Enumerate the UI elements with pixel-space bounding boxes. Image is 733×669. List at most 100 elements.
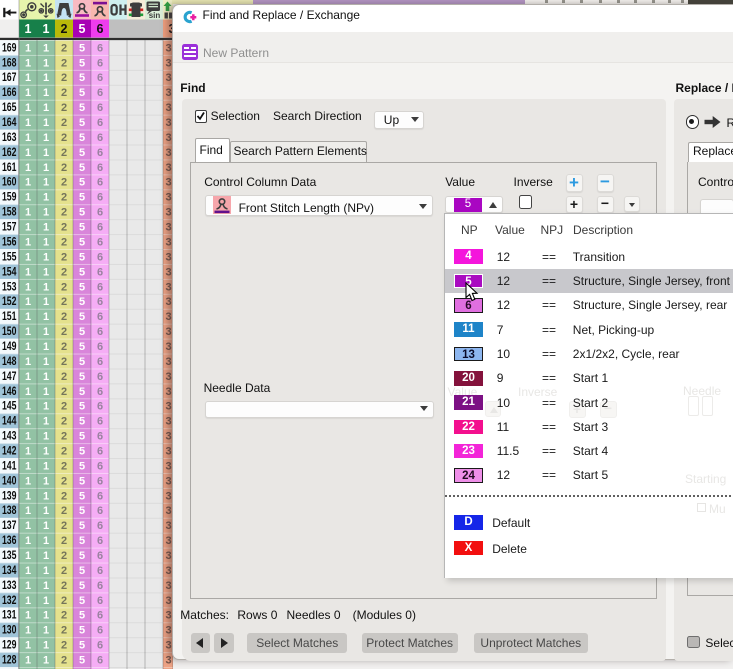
svg-text:1: 1 bbox=[43, 22, 50, 36]
svg-text:152: 152 bbox=[2, 296, 17, 308]
svg-text:1: 1 bbox=[25, 222, 31, 234]
svg-text:5: 5 bbox=[79, 341, 85, 353]
svg-text:1: 1 bbox=[25, 610, 31, 622]
svg-text:2: 2 bbox=[61, 296, 67, 308]
svg-text:1: 1 bbox=[25, 490, 31, 502]
svg-text:6: 6 bbox=[97, 341, 103, 353]
svg-text:143: 143 bbox=[2, 431, 17, 443]
svg-text:1: 1 bbox=[43, 117, 49, 129]
svg-text:153: 153 bbox=[2, 281, 17, 293]
svg-text:3: 3 bbox=[165, 371, 171, 383]
svg-text:5: 5 bbox=[79, 102, 85, 114]
svg-text:5: 5 bbox=[79, 132, 85, 144]
svg-text:5: 5 bbox=[79, 177, 85, 189]
svg-text:1: 1 bbox=[25, 431, 31, 443]
svg-text:6: 6 bbox=[97, 22, 104, 36]
svg-text:1: 1 bbox=[43, 610, 49, 622]
svg-text:1: 1 bbox=[43, 445, 49, 457]
svg-text:1: 1 bbox=[25, 57, 31, 69]
svg-text:1: 1 bbox=[43, 132, 49, 144]
svg-text:6: 6 bbox=[97, 475, 103, 487]
svg-text:2: 2 bbox=[61, 72, 67, 84]
svg-text:5: 5 bbox=[79, 445, 85, 457]
svg-text:166: 166 bbox=[2, 87, 17, 99]
svg-text:2: 2 bbox=[61, 595, 67, 607]
svg-text:1: 1 bbox=[25, 356, 31, 368]
svg-text:3: 3 bbox=[165, 386, 171, 398]
svg-text:3: 3 bbox=[165, 445, 171, 457]
svg-text:3: 3 bbox=[165, 236, 171, 248]
svg-text:1: 1 bbox=[25, 654, 31, 666]
svg-text:1: 1 bbox=[25, 535, 31, 547]
svg-text:169: 169 bbox=[2, 42, 17, 54]
svg-text:2: 2 bbox=[61, 356, 67, 368]
svg-text:140: 140 bbox=[2, 475, 17, 487]
svg-text:1: 1 bbox=[25, 341, 31, 353]
svg-text:139: 139 bbox=[2, 490, 17, 502]
svg-text:3: 3 bbox=[165, 565, 171, 577]
svg-text:2: 2 bbox=[61, 625, 67, 637]
svg-text:1: 1 bbox=[43, 296, 49, 308]
svg-text:162: 162 bbox=[2, 147, 17, 159]
svg-text:3: 3 bbox=[165, 102, 171, 114]
svg-text:1: 1 bbox=[25, 326, 31, 338]
svg-text:158: 158 bbox=[2, 207, 17, 219]
svg-text:6: 6 bbox=[97, 147, 103, 159]
svg-text:5: 5 bbox=[79, 87, 85, 99]
svg-text:1: 1 bbox=[43, 386, 49, 398]
svg-text:3: 3 bbox=[165, 490, 171, 502]
svg-text:2: 2 bbox=[61, 460, 67, 472]
svg-text:6: 6 bbox=[97, 177, 103, 189]
svg-text:5: 5 bbox=[79, 490, 85, 502]
svg-text:128: 128 bbox=[2, 654, 17, 666]
svg-text:5: 5 bbox=[79, 654, 85, 666]
svg-text:1: 1 bbox=[25, 296, 31, 308]
svg-text:1: 1 bbox=[25, 72, 31, 84]
svg-text:3: 3 bbox=[165, 505, 171, 517]
svg-text:6: 6 bbox=[97, 371, 103, 383]
svg-text:2: 2 bbox=[61, 520, 67, 532]
svg-text:149: 149 bbox=[2, 341, 17, 353]
svg-text:151: 151 bbox=[2, 311, 17, 323]
svg-text:5: 5 bbox=[79, 431, 85, 443]
svg-text:168: 168 bbox=[2, 57, 17, 69]
svg-text:5: 5 bbox=[79, 371, 85, 383]
svg-text:3: 3 bbox=[165, 326, 171, 338]
svg-text:1: 1 bbox=[25, 281, 31, 293]
svg-text:142: 142 bbox=[2, 445, 17, 457]
svg-text:1: 1 bbox=[43, 505, 49, 517]
svg-text:3: 3 bbox=[165, 117, 171, 129]
svg-text:3: 3 bbox=[165, 87, 171, 99]
svg-text:5: 5 bbox=[79, 416, 85, 428]
svg-text:5: 5 bbox=[79, 640, 85, 652]
svg-text:1: 1 bbox=[25, 162, 31, 174]
svg-text:6: 6 bbox=[97, 356, 103, 368]
svg-text:1: 1 bbox=[25, 42, 31, 54]
svg-text:3: 3 bbox=[165, 177, 171, 189]
svg-text:2: 2 bbox=[61, 57, 67, 69]
svg-text:6: 6 bbox=[97, 490, 103, 502]
svg-text:6: 6 bbox=[97, 117, 103, 129]
svg-text:1: 1 bbox=[43, 490, 49, 502]
svg-text:5: 5 bbox=[79, 117, 85, 129]
svg-text:5: 5 bbox=[79, 505, 85, 517]
svg-text:2: 2 bbox=[61, 311, 67, 323]
svg-text:3: 3 bbox=[165, 580, 171, 592]
svg-text:1: 1 bbox=[25, 251, 31, 263]
svg-text:3: 3 bbox=[165, 72, 171, 84]
svg-text:1: 1 bbox=[25, 192, 31, 204]
svg-text:1: 1 bbox=[25, 207, 31, 219]
svg-text:6: 6 bbox=[97, 251, 103, 263]
svg-text:2: 2 bbox=[61, 147, 67, 159]
svg-text:1: 1 bbox=[43, 281, 49, 293]
svg-text:2: 2 bbox=[61, 416, 67, 428]
svg-text:3: 3 bbox=[165, 222, 171, 234]
svg-text:1: 1 bbox=[25, 640, 31, 652]
svg-text:3: 3 bbox=[165, 625, 171, 637]
svg-text:2: 2 bbox=[61, 177, 67, 189]
svg-text:6: 6 bbox=[97, 505, 103, 517]
svg-text:2: 2 bbox=[61, 640, 67, 652]
svg-text:161: 161 bbox=[2, 162, 17, 174]
svg-text:5: 5 bbox=[79, 22, 86, 36]
svg-text:3: 3 bbox=[165, 520, 171, 532]
